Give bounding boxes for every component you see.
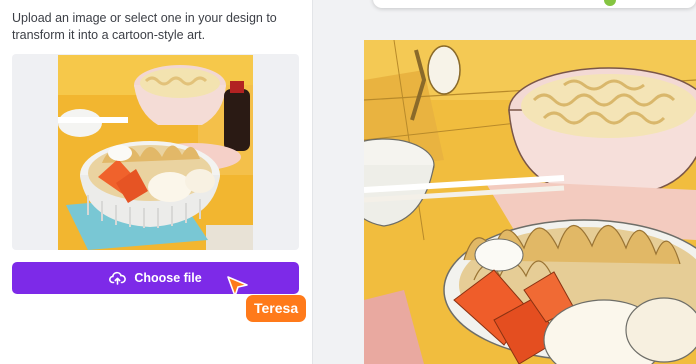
choose-file-label: Choose file [134,271,202,285]
choose-file-button[interactable]: Choose file [12,262,299,294]
left-panel: Upload an image or select one in your de… [0,0,312,364]
cloud-upload-icon [109,271,127,285]
source-photo-thumbnail[interactable] [58,55,253,250]
image-preview-box [12,54,299,250]
collaborator-cursor-icon [227,276,248,297]
cartoonized-image[interactable] [364,40,696,364]
canvas-top-toolbar [373,0,696,8]
upload-description: Upload an image or select one in your de… [12,11,277,42]
collaborator-name-tag: Teresa [246,295,307,322]
